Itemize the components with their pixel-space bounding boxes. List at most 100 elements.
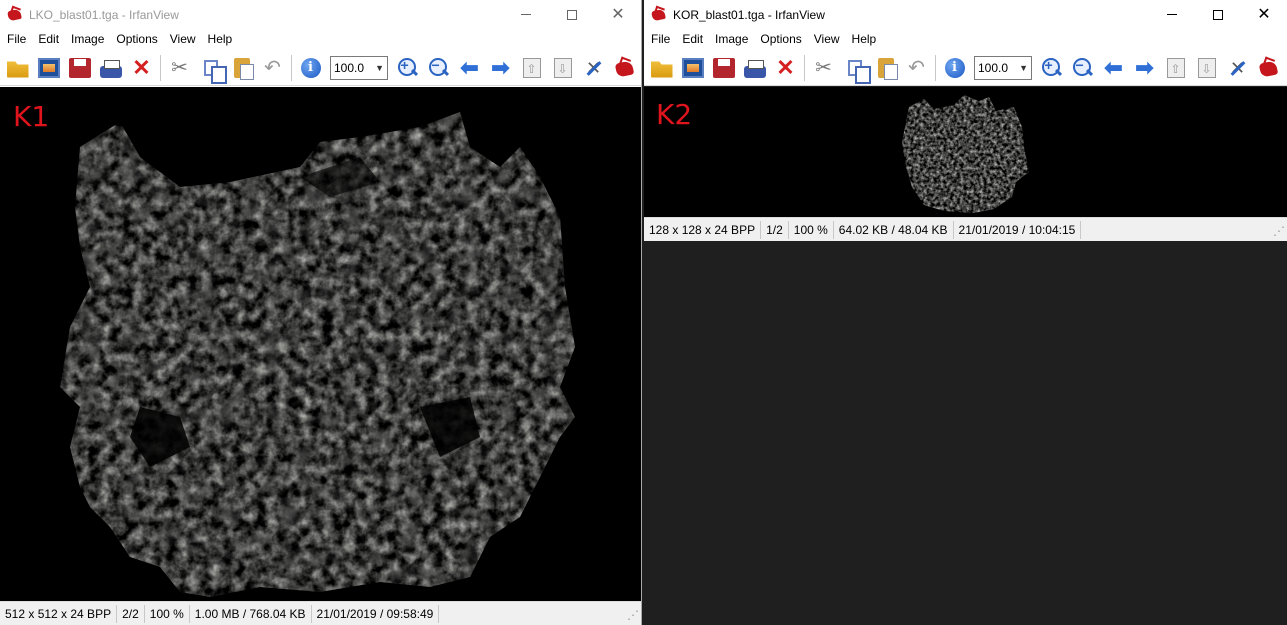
paste-button[interactable] [870, 53, 901, 83]
save-button[interactable] [64, 53, 95, 83]
close-icon: ✕ [1257, 5, 1271, 23]
status-datetime: 21/01/2019 / 09:58:49 [312, 604, 440, 623]
toolbar: ✕ ✂ ↶ i 100.0 ▼ + − ⬅ ➡ ⇧ ⇩ ✕ [0, 50, 641, 86]
status-index: 2/2 [117, 604, 145, 623]
menu-edit[interactable]: Edit [676, 29, 709, 50]
save-icon [68, 57, 91, 78]
settings-button[interactable]: ✕ [1222, 53, 1253, 83]
image-canvas[interactable]: K2 [644, 87, 1287, 217]
about-icon [614, 58, 636, 78]
title-bar[interactable]: LKO_blast01.tga - IrfanView ✕ [0, 0, 641, 29]
menu-help[interactable]: Help [202, 29, 239, 50]
zoom-select[interactable]: 100.0 ▼ [330, 55, 388, 80]
zoom-out-button[interactable]: − [423, 53, 454, 83]
copy-icon [203, 59, 227, 84]
about-button[interactable] [1253, 53, 1284, 83]
paste-icon [233, 57, 254, 80]
first-page-button[interactable]: ⇧ [516, 53, 547, 83]
zoom-in-button[interactable]: + [1036, 53, 1067, 83]
maximize-icon [1213, 9, 1223, 20]
cut-icon: ✂ [815, 56, 832, 79]
next-button[interactable]: ➡ [1129, 53, 1160, 83]
zoom-out-button[interactable]: − [1067, 53, 1098, 83]
menu-file[interactable]: File [1, 29, 32, 50]
info-icon: i [300, 57, 321, 78]
info-icon: i [944, 57, 965, 78]
settings-button[interactable]: ✕ [578, 53, 609, 83]
info-button[interactable]: i [295, 53, 326, 83]
open-button[interactable] [2, 53, 33, 83]
status-zoom: 100 % [789, 220, 834, 239]
zoom-in-button[interactable]: + [392, 53, 423, 83]
last-page-icon: ⇩ [1197, 57, 1216, 78]
copy-button[interactable] [839, 53, 871, 84]
irfanview-app-icon[interactable] [7, 7, 23, 23]
copy-button[interactable] [195, 53, 227, 84]
zoom-select[interactable]: 100.0 ▼ [974, 55, 1032, 80]
cut-button[interactable]: ✂ [164, 53, 195, 83]
resize-grip-icon[interactable] [1273, 224, 1285, 238]
irfanview-app-icon[interactable] [651, 7, 667, 23]
window-title: KOR_blast01.tga - IrfanView [673, 7, 825, 22]
empty-client-area [644, 241, 1287, 625]
zoom-out-icon: − [1072, 57, 1093, 78]
image-canvas[interactable]: K1 [0, 87, 641, 601]
menu-view[interactable]: View [808, 29, 846, 50]
undo-button[interactable]: ↶ [901, 53, 932, 83]
print-button[interactable] [739, 53, 770, 83]
menu-image[interactable]: Image [709, 29, 754, 50]
save-icon [712, 57, 735, 78]
close-icon: ✕ [611, 5, 625, 23]
menu-options[interactable]: Options [110, 29, 163, 50]
close-button[interactable]: ✕ [595, 0, 641, 29]
menu-image[interactable]: Image [65, 29, 110, 50]
status-bar: 128 x 128 x 24 BPP 1/2 100 % 64.02 KB / … [644, 217, 1287, 241]
minimize-icon [1167, 14, 1177, 15]
maximize-icon [567, 9, 577, 20]
last-page-button[interactable]: ⇩ [1191, 53, 1222, 83]
about-button[interactable] [609, 53, 640, 83]
previous-icon: ⬅ [1104, 54, 1123, 80]
delete-button[interactable]: ✕ [126, 53, 157, 83]
menu-bar: File Edit Image Options View Help [644, 29, 1287, 50]
print-icon [99, 59, 122, 78]
minimize-icon [521, 14, 531, 15]
maximize-button[interactable] [1195, 0, 1241, 29]
info-button[interactable]: i [939, 53, 970, 83]
open-icon [650, 61, 673, 78]
undo-button[interactable]: ↶ [257, 53, 288, 83]
delete-icon: ✕ [132, 54, 151, 80]
menu-options[interactable]: Options [754, 29, 807, 50]
window-title: LKO_blast01.tga - IrfanView [29, 7, 179, 22]
previous-button[interactable]: ⬅ [454, 53, 485, 83]
delete-icon: ✕ [776, 54, 795, 80]
save-button[interactable] [708, 53, 739, 83]
minimize-button[interactable] [1149, 0, 1195, 29]
title-bar[interactable]: KOR_blast01.tga - IrfanView ✕ [644, 0, 1287, 29]
cut-button[interactable]: ✂ [808, 53, 839, 83]
previous-button[interactable]: ⬅ [1098, 53, 1129, 83]
close-button[interactable]: ✕ [1241, 0, 1287, 29]
paste-button[interactable] [226, 53, 257, 83]
zoom-value: 100.0 [334, 60, 365, 75]
thumbnails-button[interactable] [33, 53, 64, 83]
menu-view[interactable]: View [164, 29, 202, 50]
texture-image [902, 95, 1029, 213]
menu-file[interactable]: File [645, 29, 676, 50]
open-button[interactable] [646, 53, 677, 83]
first-page-icon: ⇧ [522, 57, 541, 78]
next-button[interactable]: ➡ [485, 53, 516, 83]
last-page-button[interactable]: ⇩ [547, 53, 578, 83]
first-page-button[interactable]: ⇧ [1160, 53, 1191, 83]
status-bar: 512 x 512 x 24 BPP 2/2 100 % 1.00 MB / 7… [0, 601, 641, 625]
menu-help[interactable]: Help [846, 29, 883, 50]
delete-button[interactable]: ✕ [770, 53, 801, 83]
menu-edit[interactable]: Edit [32, 29, 65, 50]
maximize-button[interactable] [549, 0, 595, 29]
thumbnails-button[interactable] [677, 53, 708, 83]
minimize-button[interactable] [503, 0, 549, 29]
irfanview-window-left: LKO_blast01.tga - IrfanView ✕ File Edit … [0, 0, 642, 625]
previous-icon: ⬅ [460, 54, 479, 80]
resize-grip-icon[interactable] [627, 608, 639, 622]
print-button[interactable] [95, 53, 126, 83]
